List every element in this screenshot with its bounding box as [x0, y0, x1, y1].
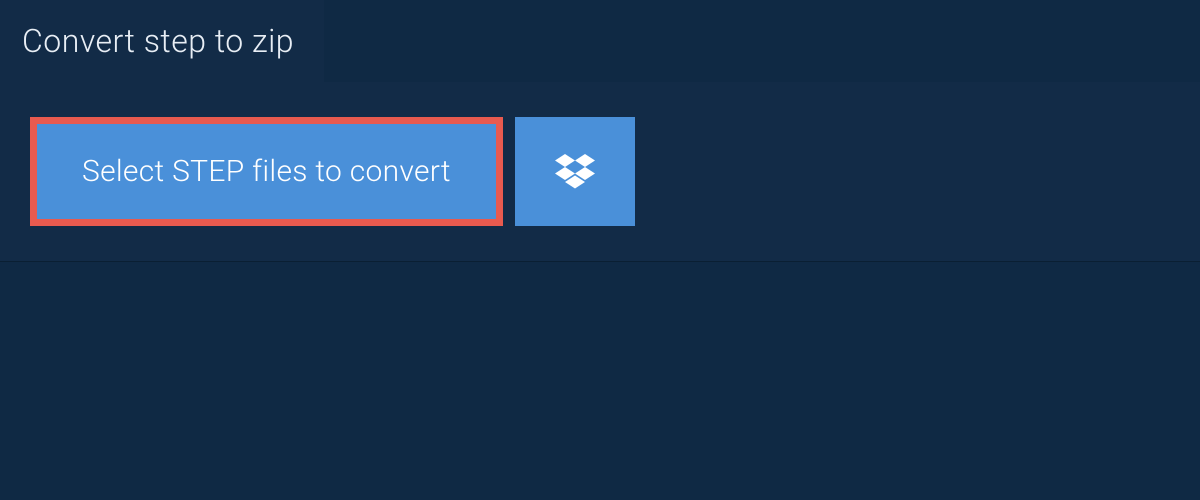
select-files-label: Select STEP files to convert	[82, 154, 451, 189]
tab-title: Convert step to zip	[22, 22, 294, 60]
dropbox-icon	[555, 154, 595, 190]
tab-convert[interactable]: Convert step to zip	[0, 0, 324, 82]
button-row: Select STEP files to convert	[30, 117, 1170, 226]
select-files-button[interactable]: Select STEP files to convert	[30, 117, 503, 226]
dropbox-button[interactable]	[515, 117, 635, 226]
content-panel: Select STEP files to convert	[0, 82, 1200, 262]
